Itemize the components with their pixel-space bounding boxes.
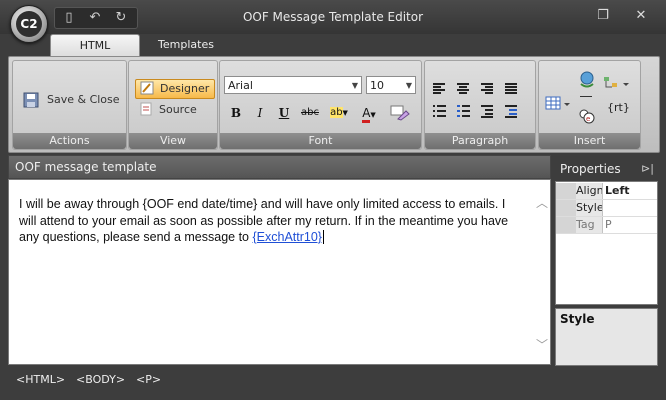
designer-icon (140, 81, 154, 95)
bullet-list-icon[interactable] (429, 101, 449, 119)
group-label-actions: Actions (13, 133, 126, 149)
window-title: OOF Message Template Editor (242, 10, 424, 24)
designer-label: Designer (160, 82, 210, 95)
application-button[interactable]: C2 (10, 5, 48, 43)
scroll-up-icon[interactable]: ︿ (534, 194, 550, 211)
hyperlink-icon[interactable] (578, 71, 596, 89)
chevron-down-icon: ▼ (370, 111, 376, 119)
table-icon[interactable] (545, 95, 571, 111)
properties-header: Properties ⊳| (555, 158, 658, 180)
property-key: Tag (576, 217, 603, 233)
save-close-button[interactable]: Save & Close (21, 89, 121, 111)
close-icon[interactable]: ✕ (626, 7, 656, 25)
source-icon (140, 102, 152, 116)
properties-panel: Align Left Style Tag P (555, 181, 658, 305)
property-value[interactable] (603, 200, 659, 216)
underline-button[interactable]: U (274, 104, 294, 122)
svg-text:e: e (586, 115, 590, 123)
property-key: Align (576, 183, 603, 199)
font-color-button[interactable]: A▼ (356, 104, 382, 123)
numbered-list-icon[interactable] (453, 101, 473, 119)
save-icon (23, 92, 39, 108)
property-key: Style (576, 200, 603, 216)
group-label-view: View (129, 133, 217, 149)
title-bar: ▯ ↶ ↻ OOF Message Template Editor ❐ ✕ (0, 0, 666, 34)
template-editor[interactable]: I will be away through {OOF end date/tim… (8, 179, 551, 365)
property-value[interactable]: P (603, 217, 659, 233)
align-left-icon[interactable] (429, 79, 449, 97)
group-insert: e {rt} Insert (538, 60, 641, 150)
property-value[interactable]: Left (603, 183, 659, 199)
tab-templates[interactable]: Templates (146, 34, 226, 56)
horizontal-rule-icon[interactable] (580, 96, 592, 97)
group-paragraph: Paragraph (424, 60, 536, 150)
ribbon-tabs: HTML Templates (0, 34, 666, 57)
chevron-down-icon: ▼ (342, 109, 348, 117)
rt-button[interactable]: {rt} (607, 101, 630, 114)
group-font: Arial ▼ 10 ▼ B I U abc ab▼ A▼ Font (219, 60, 422, 150)
group-view: Designer Source View (128, 60, 218, 150)
tag-breadcrumb: <HTML> <BODY> <P> (0, 370, 666, 390)
save-close-label: Save & Close (47, 93, 120, 106)
source-label: Source (159, 103, 197, 116)
style-label: Style (560, 312, 595, 326)
highlight-button[interactable]: ab▼ (326, 104, 352, 122)
group-label-font: Font (220, 133, 421, 149)
style-description-panel: Style (555, 308, 658, 366)
justify-icon[interactable] (501, 79, 521, 97)
font-name-value: Arial (228, 79, 253, 92)
outdent-icon[interactable] (477, 101, 497, 119)
crumb-p[interactable]: <P> (136, 373, 161, 386)
group-label-paragraph: Paragraph (425, 133, 535, 149)
property-row[interactable]: Align Left (556, 183, 657, 200)
property-row[interactable]: Style (556, 200, 657, 217)
align-center-icon[interactable] (453, 79, 473, 97)
text-caret: ​ (322, 230, 324, 244)
editor-header: OOF message template (8, 155, 551, 179)
strikethrough-button[interactable]: abc (298, 104, 322, 122)
font-size-select[interactable]: 10 ▼ (366, 76, 416, 94)
properties-title: Properties (560, 162, 621, 176)
editor-scrollbar[interactable]: ︿ ﹀ (534, 180, 550, 364)
scroll-down-icon[interactable]: ﹀ (534, 336, 550, 353)
italic-button[interactable]: I (250, 104, 270, 122)
chevron-down-icon: ▼ (351, 81, 358, 90)
font-size-value: 10 (370, 79, 384, 92)
pin-icon[interactable]: ⊳| (641, 158, 654, 180)
app-logo: C2 (16, 11, 42, 37)
align-right-icon[interactable] (477, 79, 497, 97)
property-row[interactable]: Tag P (556, 217, 657, 234)
indent-icon[interactable] (501, 101, 521, 119)
bold-button[interactable]: B (226, 104, 246, 122)
exchattr-link[interactable]: {ExchAttr10} (252, 230, 322, 244)
tree-icon[interactable] (602, 75, 630, 93)
crumb-html[interactable]: <HTML> (16, 373, 65, 386)
crumb-body[interactable]: <BODY> (76, 373, 125, 386)
designer-button[interactable]: Designer (135, 79, 215, 99)
clear-format-icon[interactable] (390, 105, 410, 121)
group-label-insert: Insert (539, 133, 640, 149)
field-icon[interactable]: e (578, 107, 596, 125)
tab-html[interactable]: HTML (50, 34, 140, 57)
group-actions: Save & Close Actions (12, 60, 127, 150)
chevron-down-icon: ▼ (405, 81, 412, 90)
restore-icon[interactable]: ❐ (588, 7, 618, 25)
highlight-icon: ab (330, 107, 343, 118)
ribbon: Save & Close Actions Designer Source Vie… (8, 56, 660, 153)
font-name-select[interactable]: Arial ▼ (224, 76, 362, 94)
source-button[interactable]: Source (135, 101, 213, 119)
editor-window: ▯ ↶ ↻ OOF Message Template Editor ❐ ✕ C2… (0, 0, 666, 400)
template-text[interactable]: I will be away through {OOF end date/tim… (19, 196, 524, 246)
